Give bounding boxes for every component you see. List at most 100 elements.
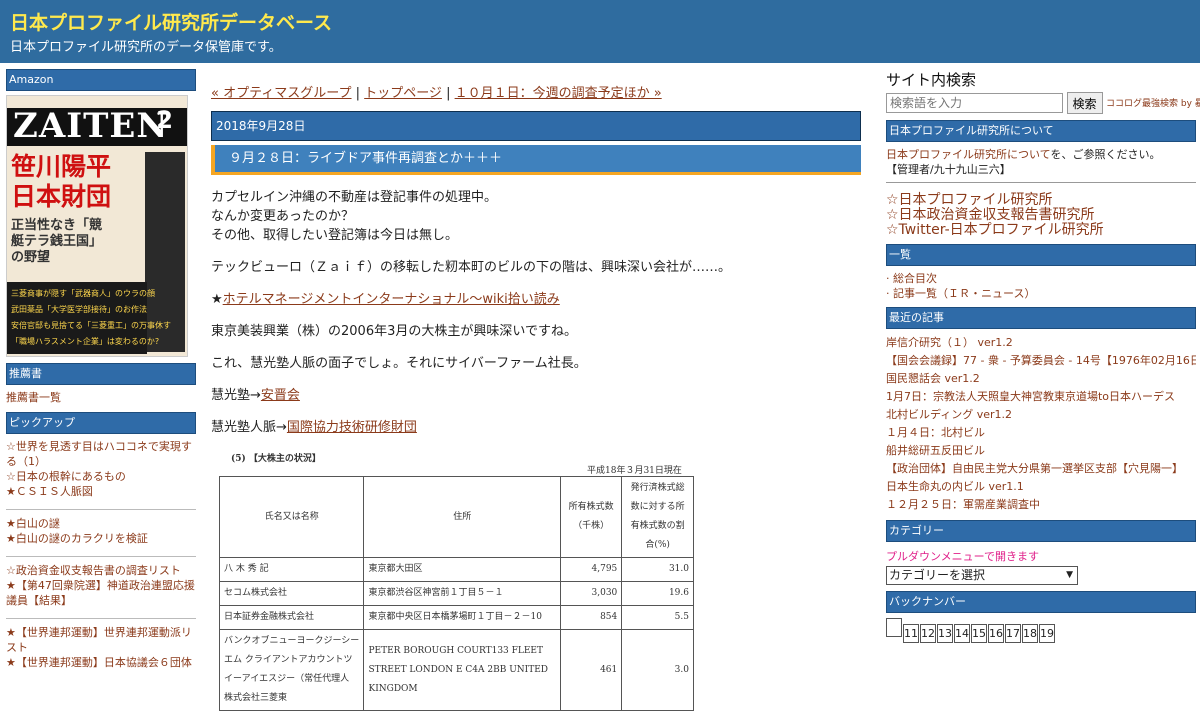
page-cell[interactable]: 19: [1039, 624, 1055, 643]
entry-paragraph: カプセルイン沖縄の不動産は登記事件の処理中。 なんか変更あったのか？ その他、取…: [211, 190, 498, 243]
site-header: 日本プロファイル研究所データベース 日本プロファイル研究所のデータ保管庫です。: [0, 0, 1200, 63]
amazon-heading: Amazon: [6, 67, 196, 91]
divider: [6, 499, 196, 510]
page-cell[interactable]: 15: [971, 624, 987, 643]
page-cell[interactable]: 16: [988, 624, 1004, 643]
book-issue: 2: [156, 106, 173, 134]
recent-item[interactable]: 【国会会議録】77 - 衆 - 予算委員会 - 14号【1976年02月16日】: [886, 352, 1196, 370]
site-links: ☆日本プロファイル研究所 ☆日本政治資金収支報告書研究所 ☆Twitter-日本…: [886, 193, 1196, 238]
prev-entry-link[interactable]: « オプティマスグループ: [211, 86, 352, 101]
recent-item[interactable]: 船井総研五反田ビル: [886, 442, 1196, 460]
recent-item[interactable]: 北村ビルディング ver1.2: [886, 406, 1196, 424]
site-link[interactable]: ☆日本プロファイル研究所: [886, 193, 1196, 208]
right-sidebar: サイト内検索 検索 ココログ最強検索 by 暴想 日本プロファイル研究所について…: [886, 66, 1200, 643]
backnumber-pager: 11 12 13 14 15 16 17 18 19: [886, 618, 1196, 643]
entry-paragraph: 慧光塾→安晋会: [211, 388, 300, 403]
book-headline: 笹川陽平 日本財団: [11, 152, 112, 211]
divider: [886, 182, 1196, 183]
book-cover-image[interactable]: ZAITEN 2 笹川陽平 日本財団 正当性なき「競艇テラ銭王国」の野望 三菱商…: [6, 95, 188, 357]
book-logo: ZAITEN: [13, 106, 169, 146]
page-cell[interactable]: 11: [903, 624, 919, 643]
shareholder-table: 氏名又は名称 住所 所有株式数（千株） 発行済株式総数に対する所有株式数の割合(…: [218, 476, 694, 711]
admin-name: 【管理者/九十九山三六】: [886, 163, 1011, 176]
entry-paragraph: テックビューロ（Ｚａｉｆ）の移転した籾本町のビルの下の階は、興味深い会社が……。: [211, 260, 732, 275]
chevron-down-icon: ▼: [1066, 570, 1073, 580]
about-heading: 日本プロファイル研究所について: [886, 119, 1196, 142]
category-note: プルダウンメニューで開きます: [886, 550, 1040, 563]
anshinkai-link[interactable]: 安晋会: [261, 388, 300, 403]
pickup-item[interactable]: ☆日本の根幹にあるもの: [6, 469, 196, 484]
pickup-item[interactable]: ★白山の謎: [6, 516, 196, 531]
book-bottom-strip: 三菱商事が隠す「武器商人」のウラの顔 武田薬品「大学医学部接待」のお作法 安倍官…: [7, 282, 171, 354]
page-cell[interactable]: 14: [954, 624, 970, 643]
hotel-management-link[interactable]: ホテルマネージメントインターナショナル〜wiki拾い読み: [223, 292, 560, 307]
recent-item[interactable]: 1月7日：宗教法人天照皇大神宮教東京道場to日本ハーデス: [886, 388, 1196, 406]
index-item[interactable]: · 総合目次: [886, 271, 1196, 286]
doc-caption: (5) 【大株主の状況】: [231, 454, 321, 464]
table-row: 八 木 秀 記 東京都大田区 4,795 31.0: [218, 557, 694, 582]
about-text: 日本プロファイル研究所についてを、ご参照ください。 【管理者/九十九山三六】: [886, 148, 1161, 176]
book-sub-headline: 正当性なき「競艇テラ銭王国」の野望: [11, 218, 103, 265]
entry-nav: « オプティマスグループ | トップページ | １０月１日：今週の調査予定ほか …: [211, 86, 662, 101]
recommend-heading: 推薦書: [6, 361, 196, 385]
page-cell[interactable]: [886, 618, 902, 637]
index-heading: 一覧: [886, 243, 1196, 266]
search-button[interactable]: 検索: [1066, 92, 1103, 114]
page-cell[interactable]: 17: [1005, 624, 1021, 643]
top-page-link[interactable]: トップページ: [364, 86, 442, 101]
backnumber-heading: バックナンバー: [886, 590, 1196, 613]
recent-item[interactable]: 国民懇話会 ver1.2: [886, 370, 1196, 388]
book-line: 「職場ハラスメント企業」は変わるのか?: [11, 337, 160, 346]
entry-body: カプセルイン沖縄の不動産は登記事件の処理中。 なんか変更あったのか？ その他、取…: [211, 188, 861, 711]
recent-item[interactable]: 岸信介研究（１） ver1.2: [886, 334, 1196, 352]
divider: [6, 608, 196, 619]
recent-item[interactable]: １月４日：北村ビル: [886, 424, 1196, 442]
foundation-link[interactable]: 国際協力技術研修財団: [287, 420, 417, 435]
category-heading: カテゴリー: [886, 519, 1196, 542]
page-cell[interactable]: 12: [920, 624, 936, 643]
pickup-item[interactable]: ★ＣＳＩＳ人脈図: [6, 484, 196, 499]
pickup-item[interactable]: ★白山の謎のカラクリを検証: [6, 531, 196, 546]
divider: [6, 546, 196, 557]
table-row: 日本証券金融株式会社 東京都中央区日本橋茅場町１丁目－２－10 854 5.5: [218, 605, 694, 630]
recent-list: 岸信介研究（１） ver1.2 【国会会議録】77 - 衆 - 予算委員会 - …: [886, 334, 1196, 514]
pickup-list: ☆世界を見透す目はハココネで実現する（1） ☆日本の根幹にあるもの ★ＣＳＩＳ人…: [6, 434, 196, 670]
page-cell[interactable]: 13: [937, 624, 953, 643]
category-select[interactable]: カテゴリーを選択 ▼: [886, 566, 1078, 585]
table-row: バンクオブニューヨークジーシーエム クライアントアカウントツイーアイエスジー（常…: [218, 629, 694, 711]
pickup-item[interactable]: ★【世界連邦運動】日本協議会６団体: [6, 655, 196, 670]
about-link[interactable]: 日本プロファイル研究所について: [886, 148, 1050, 161]
pickup-heading: ピックアップ: [6, 410, 196, 434]
site-subtitle: 日本プロファイル研究所のデータ保管庫です。: [10, 40, 282, 55]
page-cell[interactable]: 18: [1022, 624, 1038, 643]
recent-heading: 最近の記事: [886, 306, 1196, 329]
entry-paragraph: これ、慧光塾人脈の面子でしょ。それにサイバーファーム社長。: [211, 356, 587, 371]
recommend-link[interactable]: 推薦書一覧: [6, 385, 196, 410]
search-input[interactable]: [886, 93, 1063, 113]
entry-paragraph: ★ホテルマネージメントインターナショナル〜wiki拾い読み: [211, 292, 560, 307]
recent-item[interactable]: 【政治団体】自由民主党大分県第一選挙区支部【穴見陽一】: [886, 460, 1196, 478]
shareholder-document-image: (5) 【大株主の状況】 平成18年３月31日現在 氏名又は名称 住所 所有株式…: [217, 450, 697, 711]
main-content: « オプティマスグループ | トップページ | １０月１日：今週の調査予定ほか …: [211, 78, 861, 711]
left-sidebar: Amazon ZAITEN 2 笹川陽平 日本財団 正当性なき「競艇テラ銭王国」…: [6, 67, 196, 670]
site-title[interactable]: 日本プロファイル研究所データベース: [10, 8, 332, 35]
pickup-item[interactable]: ★【第47回衆院選】神道政治連盟応援議員【結果】: [6, 578, 196, 608]
site-link[interactable]: ☆日本政治資金収支報告書研究所: [886, 208, 1196, 223]
table-row: セコム株式会社 東京都渋谷区神宮前１丁目５－１ 3,030 19.6: [218, 581, 694, 606]
book-line: 安倍官邸も見捨てる「三菱重工」の万事休す: [11, 321, 171, 330]
pickup-item[interactable]: ☆世界を見透す目はハココネで実現する（1）: [6, 439, 196, 469]
table-header-row: 氏名又は名称 住所 所有株式数（千株） 発行済株式総数に対する所有株式数の割合(…: [218, 476, 694, 558]
index-list: · 総合目次 · 記事一覧（ＩＲ・ニュース）: [886, 271, 1196, 301]
index-item[interactable]: · 記事一覧（ＩＲ・ニュース）: [886, 286, 1196, 301]
entry-paragraph: 東京美装興業（株）の2006年3月の大株主が興味深いですね。: [211, 324, 577, 339]
pickup-item[interactable]: ☆政治資金収支報告書の調査リスト: [6, 563, 196, 578]
search-form: 検索 ココログ最強検索 by 暴想: [886, 92, 1200, 114]
entry-title: ９月２８日：ライブドア事件再調査とか＋＋＋: [211, 145, 861, 175]
recent-item[interactable]: １２月２５日：軍需産業調査中: [886, 496, 1196, 514]
site-link[interactable]: ☆Twitter-日本プロファイル研究所: [886, 223, 1196, 238]
next-entry-link[interactable]: １０月１日：今週の調査予定ほか »: [455, 86, 662, 101]
search-title: サイト内検索: [886, 71, 977, 89]
recent-item[interactable]: 日本生命丸の内ビル ver1.1: [886, 478, 1196, 496]
search-note[interactable]: ココログ最強検索 by 暴想: [1106, 99, 1200, 109]
book-line: 三菱商事が隠す「武器商人」のウラの顔: [11, 289, 155, 298]
